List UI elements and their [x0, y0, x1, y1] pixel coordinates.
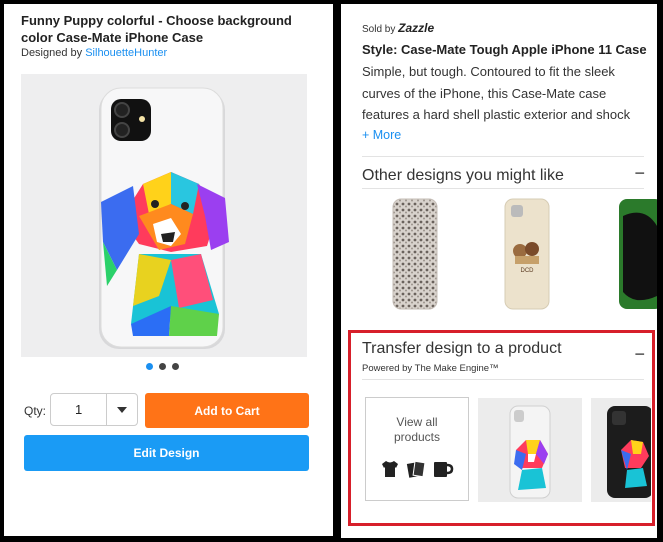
view-all-products-tile[interactable]: View all products [365, 397, 469, 501]
product-image[interactable] [21, 74, 307, 357]
transfer-product-thumb[interactable] [591, 398, 653, 502]
designed-by-label: Designed by [21, 47, 83, 59]
sold-by-label: Sold by [362, 24, 396, 35]
add-to-cart-button[interactable]: Add to Cart [145, 393, 309, 428]
transfer-heading[interactable]: Transfer design to a product [362, 340, 562, 358]
carousel-dot[interactable] [159, 363, 166, 370]
designer-link[interactable]: SilhouetteHunter [85, 47, 167, 59]
other-design-thumb[interactable] [605, 196, 657, 314]
product-description: Simple, but tough. Contoured to fit the … [362, 64, 631, 122]
view-all-label: products [393, 430, 441, 444]
details-panel: Sold by Zazzle Style: Case-Mate Tough Ap… [341, 4, 657, 538]
collapse-toggle[interactable]: − [634, 344, 645, 365]
style-name: Style: Case-Mate Tough Apple iPhone 11 C… [362, 42, 647, 57]
qty-value: 1 [75, 402, 83, 417]
carousel-dots [146, 363, 179, 370]
designed-by: Designed by SilhouetteHunter [21, 47, 167, 59]
view-all-label: View all [396, 415, 438, 429]
collapse-toggle[interactable]: − [634, 163, 645, 184]
other-design-thumb[interactable] [365, 196, 465, 314]
qty-divider [106, 394, 107, 425]
divider [362, 379, 644, 380]
qty-label: Qty: [24, 404, 47, 418]
powered-by: Powered by The Make Engine™ [362, 363, 499, 374]
carousel-dot[interactable] [146, 363, 153, 370]
cards-icon [406, 460, 426, 478]
mug-icon [434, 462, 454, 477]
product-panel: Funny Puppy colorful - Choose background… [4, 4, 333, 536]
other-design-thumb[interactable]: DCD [475, 196, 575, 314]
seller-logo[interactable]: Zazzle [398, 21, 434, 35]
more-link[interactable]: + More [362, 128, 401, 142]
sold-by: Sold by Zazzle [362, 21, 434, 35]
tshirt-icon [382, 461, 398, 477]
transfer-product-thumb[interactable] [478, 398, 582, 502]
qty-select[interactable]: 1 [50, 393, 138, 426]
chevron-down-icon[interactable] [117, 407, 127, 413]
divider [362, 188, 644, 189]
edit-design-button[interactable]: Edit Design [24, 435, 309, 471]
carousel-dot[interactable] [172, 363, 179, 370]
product-title: Funny Puppy colorful - Choose background… [21, 13, 292, 45]
other-designs-heading[interactable]: Other designs you might like [362, 167, 564, 185]
thumb-text: DCD [521, 268, 535, 274]
divider [362, 156, 644, 157]
